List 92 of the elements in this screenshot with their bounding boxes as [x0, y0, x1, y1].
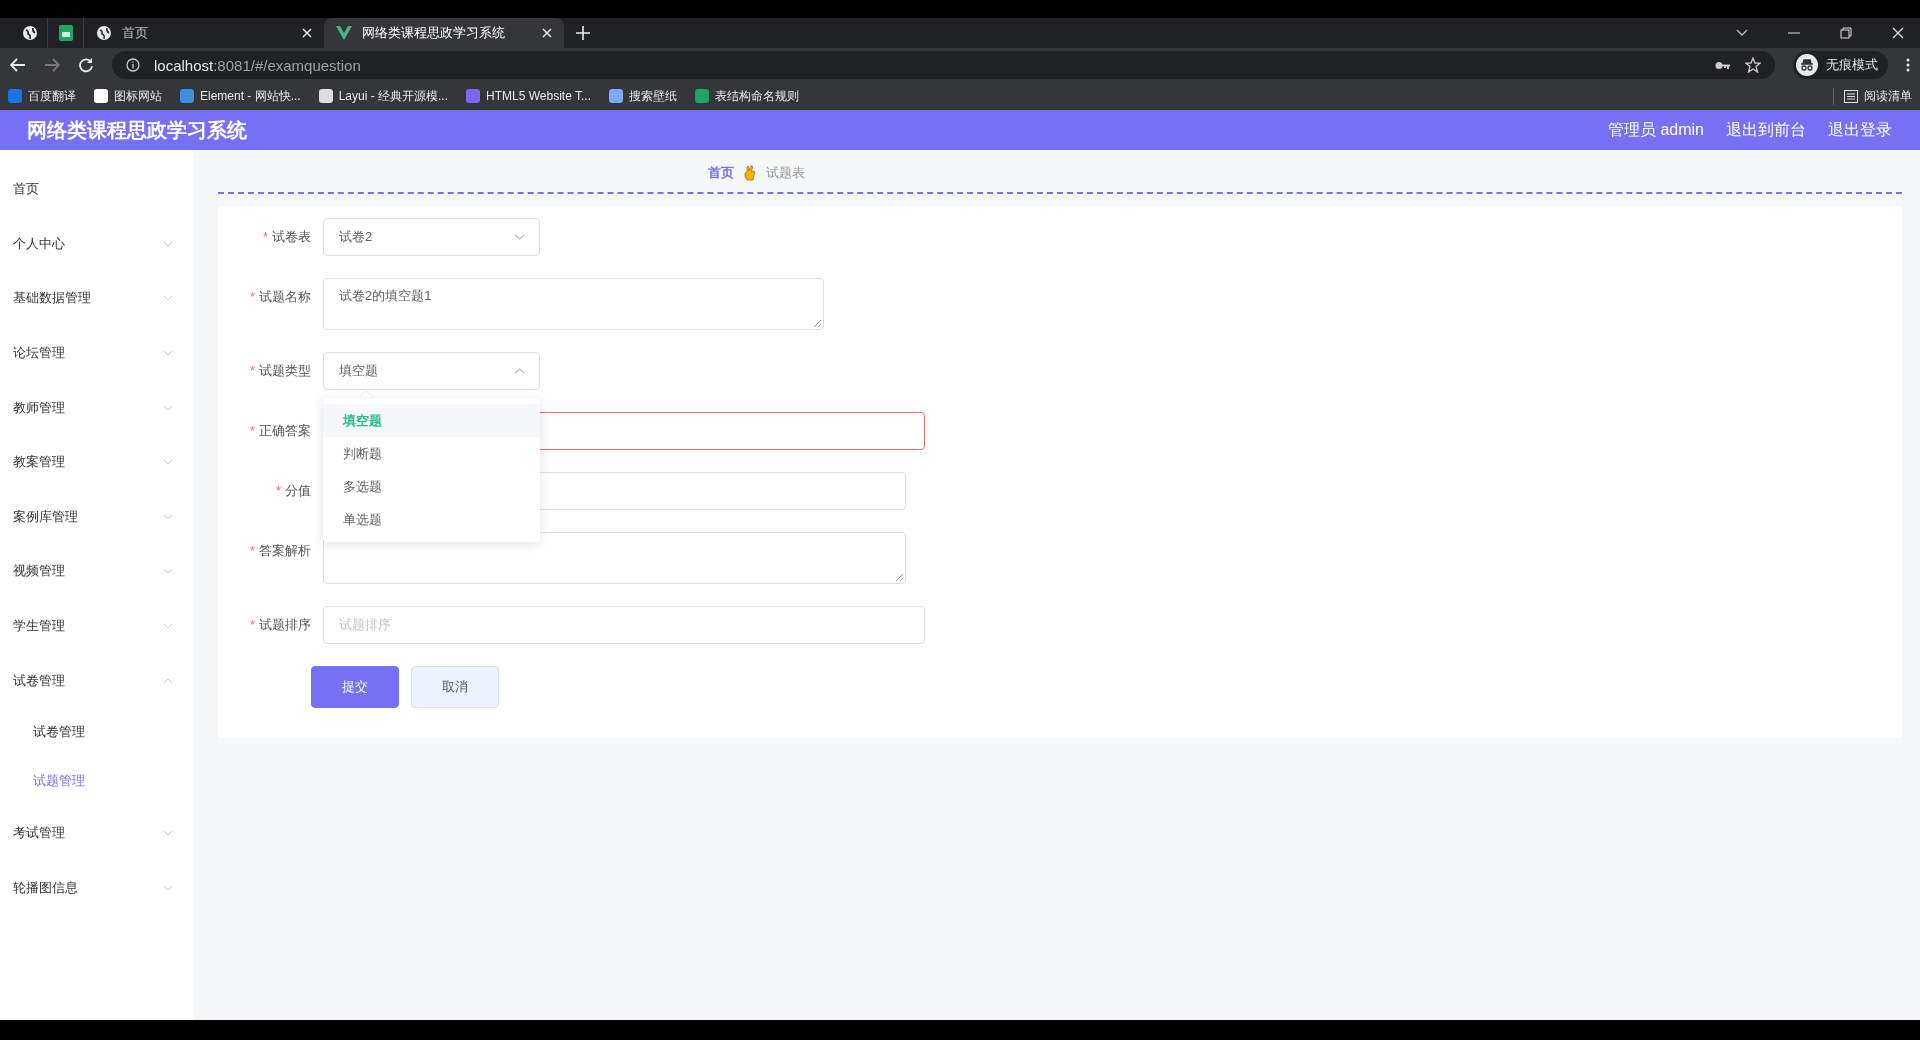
chevron-down-icon	[163, 295, 173, 302]
chevron-down-icon	[163, 404, 173, 411]
submenu-item[interactable]: 试题管理	[0, 756, 193, 806]
bookmark-icon	[94, 89, 108, 103]
incognito-icon	[1796, 54, 1818, 76]
menu-item[interactable]: 教案管理	[0, 434, 193, 490]
chevron-up-icon	[514, 368, 525, 374]
bookmark[interactable]: 百度翻译	[8, 87, 76, 105]
bookmark-icon	[180, 89, 194, 103]
bookmark[interactable]: Layui - 经典开源模...	[318, 87, 449, 105]
menu-item[interactable]: 个人中心	[0, 216, 193, 272]
new-tab-icon[interactable]	[576, 26, 590, 40]
chevron-down-icon	[163, 884, 173, 891]
browser-tab[interactable]: 网络类课程思政学习系统	[324, 18, 564, 48]
app-title: 网络类课程思政学习系统	[27, 117, 247, 143]
dropdown-option[interactable]: 单选题	[323, 503, 540, 536]
field-label: * 试题排序	[248, 616, 312, 634]
menu-item[interactable]: 首页	[0, 162, 193, 217]
globe-icon	[21, 25, 38, 41]
tab-title: 首页	[122, 24, 149, 42]
bookmark[interactable]: 图标网站	[94, 87, 162, 105]
chevron-down-icon	[163, 623, 173, 630]
chevron-down-icon	[163, 830, 173, 837]
bookmark-icon	[609, 89, 623, 103]
reading-list-button[interactable]: 阅读清单	[1833, 87, 1912, 105]
submit-button[interactable]: 提交	[311, 666, 399, 708]
header-link[interactable]: 退出登录	[1828, 119, 1892, 141]
select-field[interactable]: 填空题	[323, 352, 540, 390]
bookmark[interactable]: 表结构命名规则	[695, 87, 799, 105]
chevron-down-icon	[163, 513, 173, 520]
url-text: localhost:8081/#/examquestion	[154, 56, 361, 74]
close-icon[interactable]	[302, 28, 312, 38]
field-label: * 答案解析	[248, 542, 312, 560]
bookmark[interactable]: HTML5 Website T...	[466, 89, 591, 103]
menu-item[interactable]: 案例库管理	[0, 489, 193, 545]
dropdown-option[interactable]: 多选题	[323, 470, 540, 503]
chevron-down-icon	[514, 234, 525, 240]
menu-item[interactable]: 轮播图信息	[0, 860, 193, 916]
bookmark-icon	[8, 89, 22, 103]
chevron-up-icon	[163, 677, 173, 684]
menu-item[interactable]: 视频管理	[0, 544, 193, 599]
user-name: 管理员 admin	[1607, 119, 1704, 140]
more-menu-icon[interactable]	[1906, 58, 1910, 72]
chevron-down-icon	[163, 568, 173, 575]
spreadsheet-icon	[58, 25, 73, 41]
bookmark-icon	[695, 89, 709, 103]
menu-item[interactable]: 试卷管理	[0, 653, 193, 708]
info-icon	[126, 58, 140, 72]
close-icon[interactable]	[1892, 27, 1904, 39]
resize-handle-icon[interactable]	[813, 319, 821, 327]
submenu-item[interactable]: 试卷管理	[0, 707, 193, 757]
breadcrumb-item: 试题表	[766, 164, 805, 182]
bookmark[interactable]: Element - 网站快...	[180, 87, 301, 105]
header-link[interactable]: 退出到前台	[1726, 119, 1806, 141]
restore-icon[interactable]	[1840, 27, 1852, 39]
browser-tab[interactable]: 首页	[84, 18, 324, 48]
bookmark[interactable]: 搜索壁纸	[609, 87, 677, 105]
reload-icon[interactable]	[78, 57, 94, 73]
triangle-logo-icon	[336, 26, 352, 40]
breadcrumb-item[interactable]: 首页	[708, 164, 734, 182]
bookmark-icon	[318, 89, 333, 103]
field-label: * 正确答案	[248, 422, 312, 440]
dropdown-option[interactable]: 判断题	[323, 437, 540, 470]
address-field[interactable]: localhost:8081/#/examquestion	[112, 51, 1775, 79]
chevron-down-icon	[163, 459, 173, 466]
menu-item[interactable]: 教师管理	[0, 380, 193, 435]
incognito-button[interactable]: 无痕模式	[1793, 51, 1888, 79]
menu-item[interactable]: 基础数据管理	[0, 271, 193, 326]
chevron-down-icon	[163, 240, 173, 247]
menu-item[interactable]: 考试管理	[0, 805, 193, 861]
field-label: * 分值	[274, 482, 312, 500]
close-icon[interactable]	[542, 28, 552, 38]
menu-item[interactable]: 学生管理	[0, 598, 193, 654]
hand-icon	[744, 165, 756, 181]
globe-icon	[96, 25, 112, 41]
forward-arrow-icon[interactable]	[44, 58, 60, 72]
menu-item[interactable]: 论坛管理	[0, 325, 193, 381]
text-area[interactable]: 试卷2的填空题1	[323, 278, 824, 330]
select-field[interactable]: 试卷2	[323, 218, 540, 256]
chevron-down-icon[interactable]	[1736, 29, 1748, 37]
bookmark-icon	[466, 89, 481, 103]
field-label: * 试题类型	[248, 362, 312, 380]
list-icon	[1844, 89, 1858, 103]
resize-handle-icon[interactable]	[895, 573, 903, 581]
field-label: * 试卷表	[261, 228, 312, 246]
field-label: * 试题名称	[248, 288, 312, 306]
chevron-down-icon	[163, 350, 173, 357]
key-icon[interactable]	[1715, 60, 1731, 70]
cancel-button[interactable]: 取消	[411, 666, 499, 708]
star-icon[interactable]	[1745, 57, 1761, 73]
tab-title: 网络类课程思政学习系统	[362, 24, 506, 42]
back-arrow-icon[interactable]	[10, 58, 26, 72]
